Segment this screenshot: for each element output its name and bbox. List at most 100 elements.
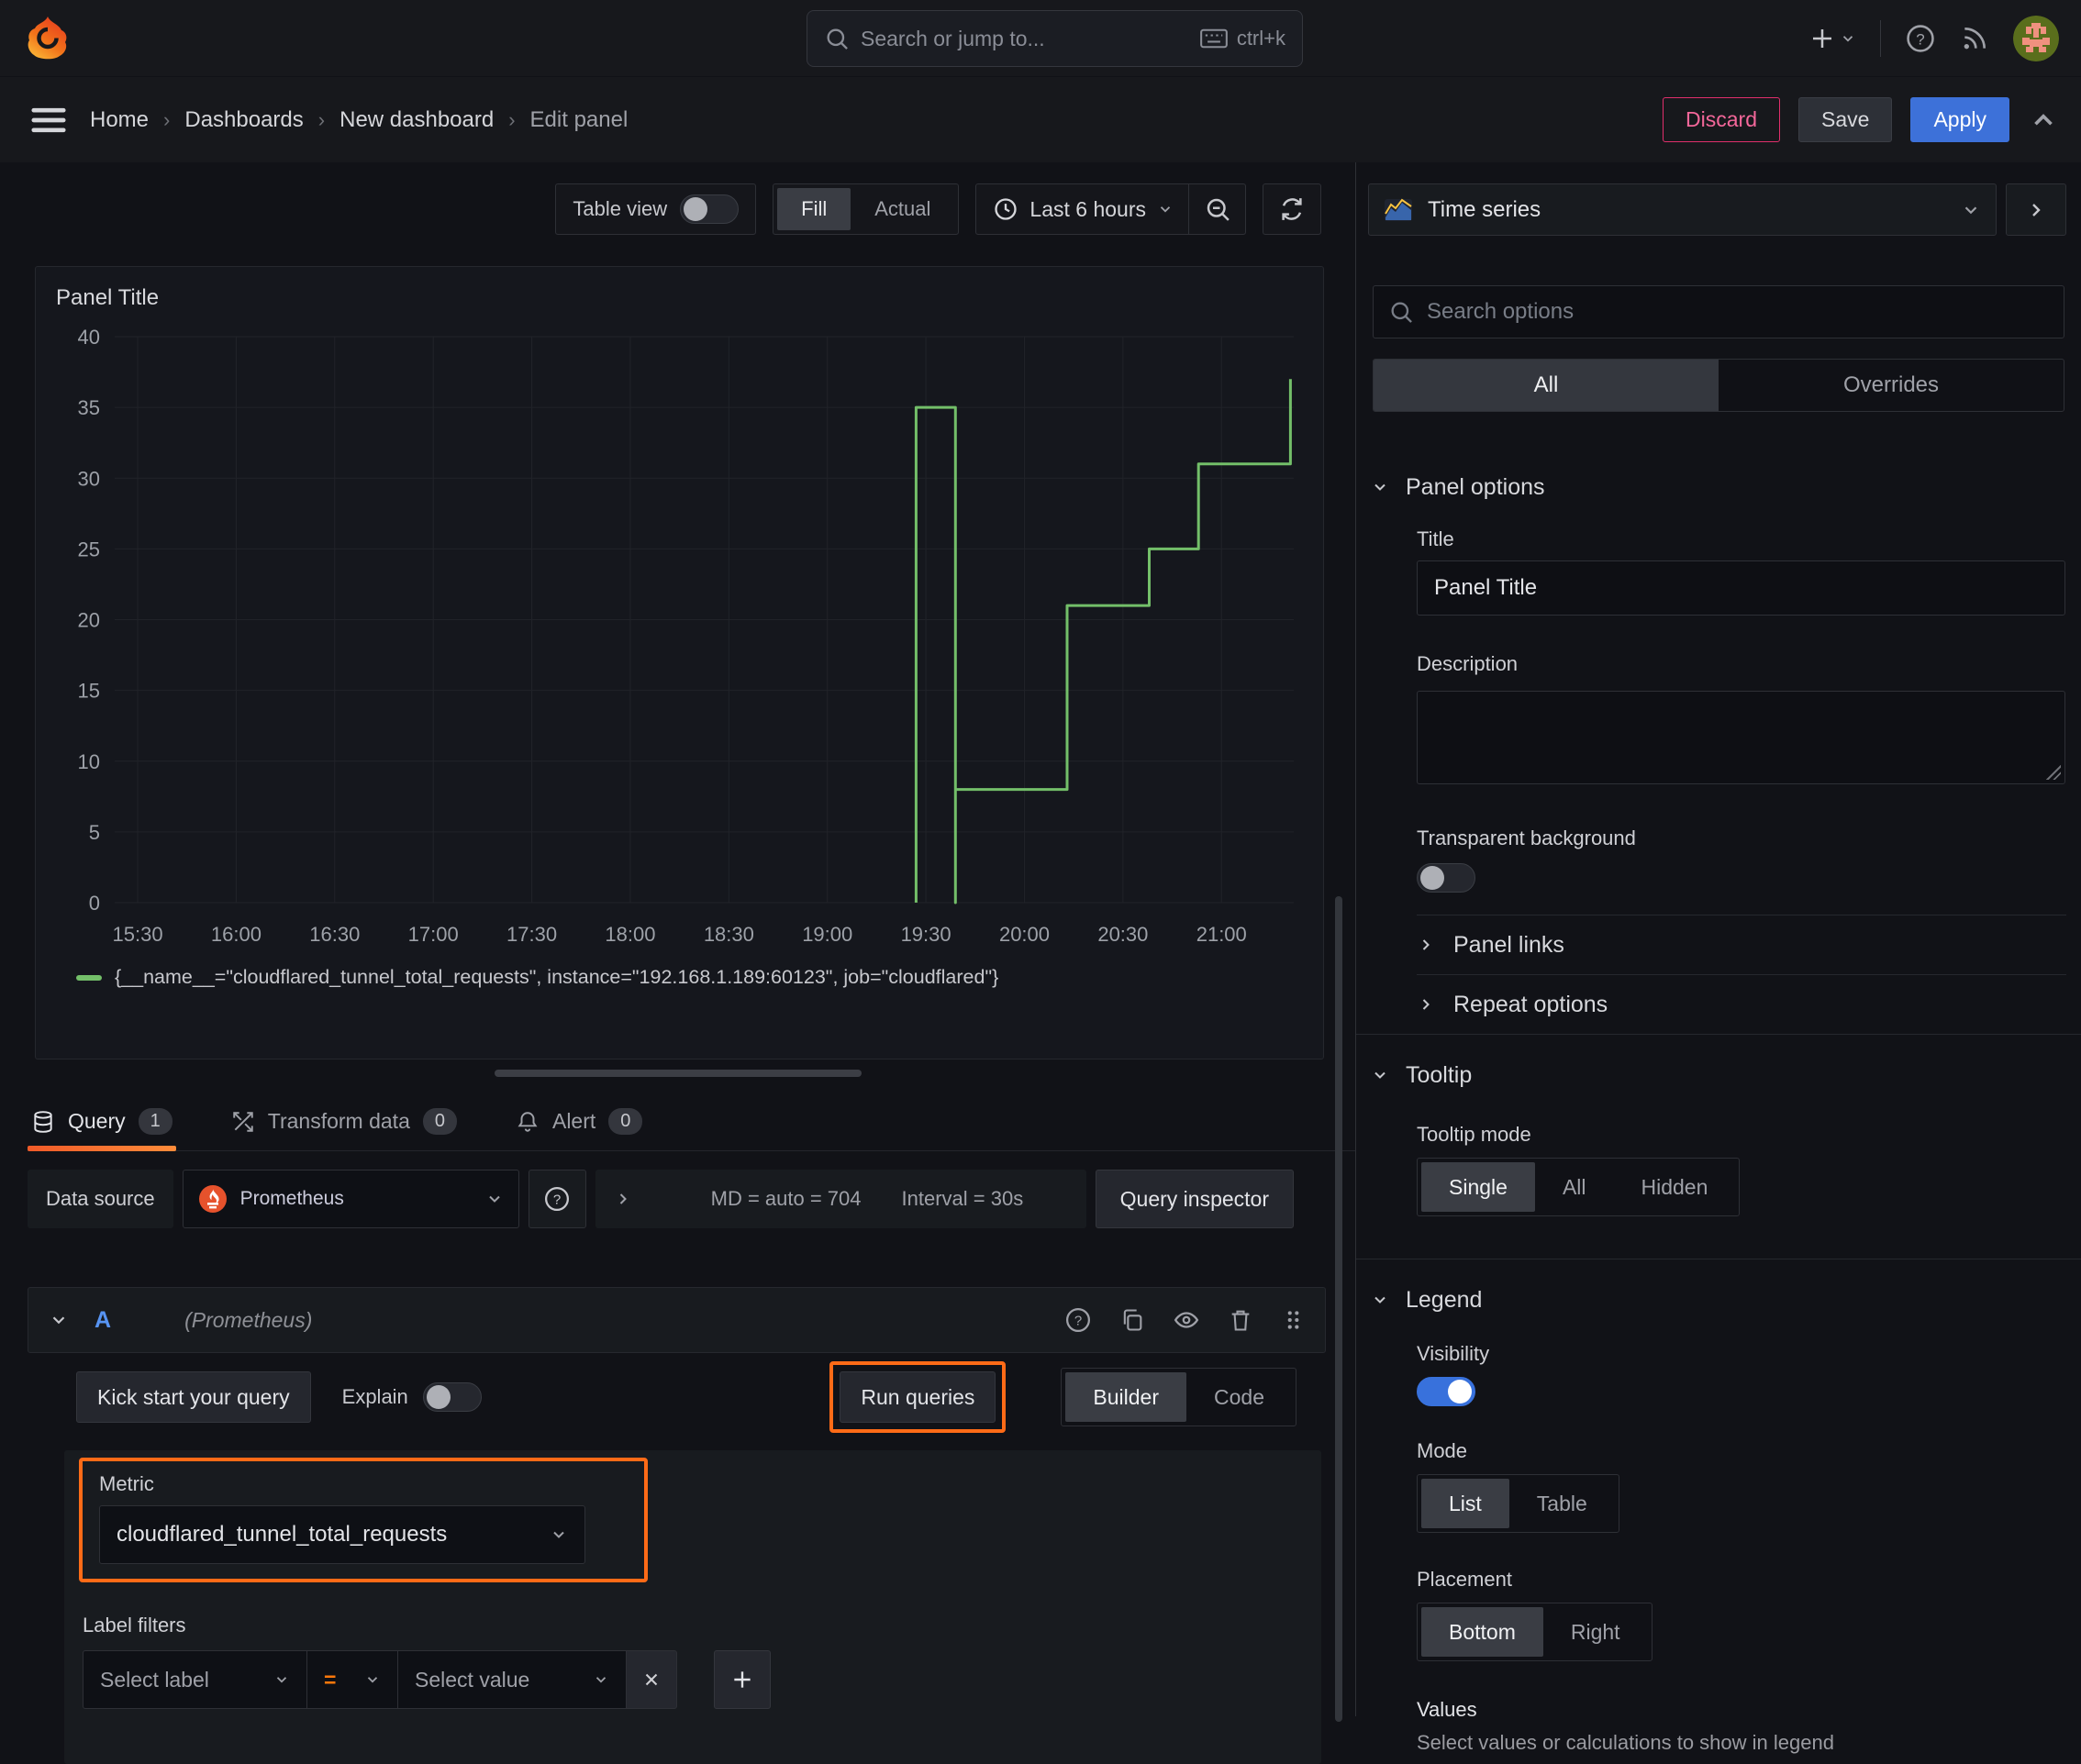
- panel-links-section[interactable]: Panel links: [1417, 915, 2081, 974]
- operator-value: =: [324, 1667, 337, 1692]
- add-new-button[interactable]: [1808, 25, 1856, 52]
- chevron-right-icon: [1422, 999, 1430, 1010]
- remove-filter-button[interactable]: [626, 1650, 677, 1709]
- explain-toggle[interactable]: [422, 1382, 482, 1412]
- news-button[interactable]: [1960, 24, 1989, 53]
- breadcrumb-dashboards[interactable]: Dashboards: [184, 107, 303, 133]
- select-value-dropdown[interactable]: Select value: [397, 1650, 627, 1709]
- legend-placement-right[interactable]: Right: [1543, 1607, 1648, 1657]
- global-search-input[interactable]: [861, 26, 1189, 51]
- grafana-logo[interactable]: [26, 16, 70, 61]
- breadcrumb-home[interactable]: Home: [90, 107, 149, 133]
- legend-placement-group: Bottom Right: [1417, 1603, 1653, 1661]
- select-label-dropdown[interactable]: Select label: [83, 1650, 307, 1709]
- breadcrumb-new-dashboard[interactable]: New dashboard: [339, 107, 494, 133]
- user-avatar[interactable]: [2013, 16, 2059, 61]
- run-queries-button[interactable]: Run queries: [840, 1371, 996, 1423]
- svg-text:?: ?: [1916, 30, 1924, 48]
- query-toolbar: Kick start your query Explain Run querie…: [76, 1361, 1296, 1433]
- repeat-options-heading: Repeat options: [1453, 991, 1608, 1017]
- query-help-icon[interactable]: ?: [1064, 1306, 1092, 1334]
- visualization-picker[interactable]: Time series: [1368, 183, 1997, 236]
- chevron-down-icon[interactable]: [49, 1310, 69, 1330]
- tab-transform-label: Transform data: [267, 1109, 410, 1133]
- tab-overrides[interactable]: Overrides: [1719, 360, 2064, 411]
- drag-handle-grip-icon[interactable]: [1281, 1308, 1305, 1332]
- svg-text:15:30: 15:30: [113, 923, 163, 946]
- svg-text:17:30: 17:30: [506, 923, 557, 946]
- description-label: Description: [1417, 652, 1519, 675]
- panel-view-toolbar: Table view Fill Actual Last 6 hours: [0, 183, 1321, 235]
- metric-select[interactable]: cloudflared_tunnel_total_requests: [99, 1505, 585, 1564]
- help-button[interactable]: ?: [1905, 23, 1936, 54]
- query-options-bar[interactable]: MD = auto = 704 Interval = 30s: [595, 1170, 1086, 1228]
- operator-dropdown[interactable]: =: [306, 1650, 398, 1709]
- explain-label: Explain: [341, 1385, 408, 1408]
- query-inspector-button[interactable]: Query inspector: [1095, 1170, 1294, 1228]
- legend-mode-table[interactable]: Table: [1509, 1479, 1615, 1528]
- toggle-visibility-eye-icon[interactable]: [1173, 1306, 1200, 1334]
- tab-query[interactable]: Query 1: [28, 1093, 176, 1151]
- tab-transform-data[interactable]: Transform data 0: [228, 1093, 461, 1150]
- menu-icon[interactable]: [28, 104, 70, 137]
- tooltip-mode-all[interactable]: All: [1535, 1162, 1614, 1212]
- fill-option[interactable]: Fill: [777, 188, 851, 230]
- query-row-header[interactable]: A (Prometheus) ?: [28, 1287, 1326, 1353]
- global-search[interactable]: ctrl+k: [807, 10, 1303, 67]
- duplicate-query-icon[interactable]: [1119, 1307, 1145, 1333]
- tab-alert[interactable]: Alert 0: [512, 1093, 646, 1150]
- tooltip-mode-group: Single All Hidden: [1417, 1158, 1741, 1216]
- legend-series-label[interactable]: {__name__="cloudflared_tunnel_total_requ…: [115, 966, 998, 989]
- zoom-out-button[interactable]: [1188, 184, 1245, 234]
- legend-visibility-toggle[interactable]: [1417, 1377, 1475, 1406]
- panel-options-section-header[interactable]: Panel options: [1371, 471, 2081, 504]
- svg-text:20:00: 20:00: [999, 923, 1050, 946]
- textarea-resize-handle[interactable]: [2046, 765, 2061, 780]
- code-option[interactable]: Code: [1186, 1372, 1292, 1422]
- repeat-options-section[interactable]: Repeat options: [1417, 975, 2081, 1034]
- actual-option[interactable]: Actual: [851, 188, 954, 230]
- delete-query-trash-icon[interactable]: [1228, 1307, 1253, 1333]
- chevron-down-icon: [276, 1677, 287, 1683]
- discard-button[interactable]: Discard: [1663, 97, 1781, 142]
- chevron-down-icon: [595, 1677, 606, 1683]
- tooltip-section-header[interactable]: Tooltip: [1371, 1059, 2081, 1092]
- search-icon: [827, 28, 848, 50]
- add-filter-button[interactable]: [714, 1650, 771, 1709]
- datasource-select[interactable]: Prometheus: [182, 1170, 519, 1228]
- legend-series-swatch[interactable]: [76, 974, 102, 981]
- options-search[interactable]: [1373, 285, 2064, 338]
- time-range-button[interactable]: Last 6 hours: [993, 196, 1188, 222]
- metric-annotation-box: Metric cloudflared_tunnel_total_requests: [79, 1458, 648, 1582]
- tab-all-options[interactable]: All: [1374, 360, 1719, 411]
- kick-start-query-button[interactable]: Kick start your query: [76, 1371, 311, 1423]
- tooltip-mode-hidden[interactable]: Hidden: [1614, 1162, 1736, 1212]
- transparent-background-toggle[interactable]: [1417, 863, 1475, 893]
- svg-text:0: 0: [89, 892, 100, 915]
- legend-section-header[interactable]: Legend: [1371, 1283, 2081, 1316]
- save-button[interactable]: Save: [1798, 97, 1893, 142]
- time-series-chart[interactable]: 0 5 10 15 20 25 30 35 40 15:30 16:00 16:30 17:00 17:3…: [50, 311, 1310, 964]
- description-textarea[interactable]: [1417, 691, 2065, 784]
- builder-code-switch: Builder Code: [1061, 1368, 1296, 1426]
- svg-text:25: 25: [78, 538, 100, 560]
- panel-title-input[interactable]: [1417, 560, 2065, 616]
- tooltip-mode-single[interactable]: Single: [1421, 1162, 1535, 1212]
- toggle-viz-picker-button[interactable]: [2006, 183, 2066, 236]
- panel-resizer: [0, 1060, 1355, 1087]
- chevron-down-icon: [367, 1677, 378, 1683]
- svg-text:40: 40: [78, 326, 100, 349]
- vertical-scrollbar[interactable]: [1335, 896, 1342, 1722]
- datasource-help-button[interactable]: ?: [528, 1170, 586, 1228]
- apply-button[interactable]: Apply: [1910, 97, 2009, 142]
- chevron-up-icon: [2034, 113, 2053, 126]
- refresh-button[interactable]: [1263, 183, 1321, 235]
- datasource-row: Data source Prometheus ? MD = auto = 704…: [28, 1170, 1294, 1228]
- options-search-input[interactable]: [1427, 299, 2049, 325]
- legend-mode-list[interactable]: List: [1421, 1479, 1509, 1528]
- builder-option[interactable]: Builder: [1065, 1372, 1187, 1422]
- collapse-options-button[interactable]: [2028, 105, 2059, 136]
- legend-placement-bottom[interactable]: Bottom: [1421, 1607, 1543, 1657]
- table-view-toggle[interactable]: [680, 194, 740, 224]
- resize-handle[interactable]: [494, 1070, 862, 1077]
